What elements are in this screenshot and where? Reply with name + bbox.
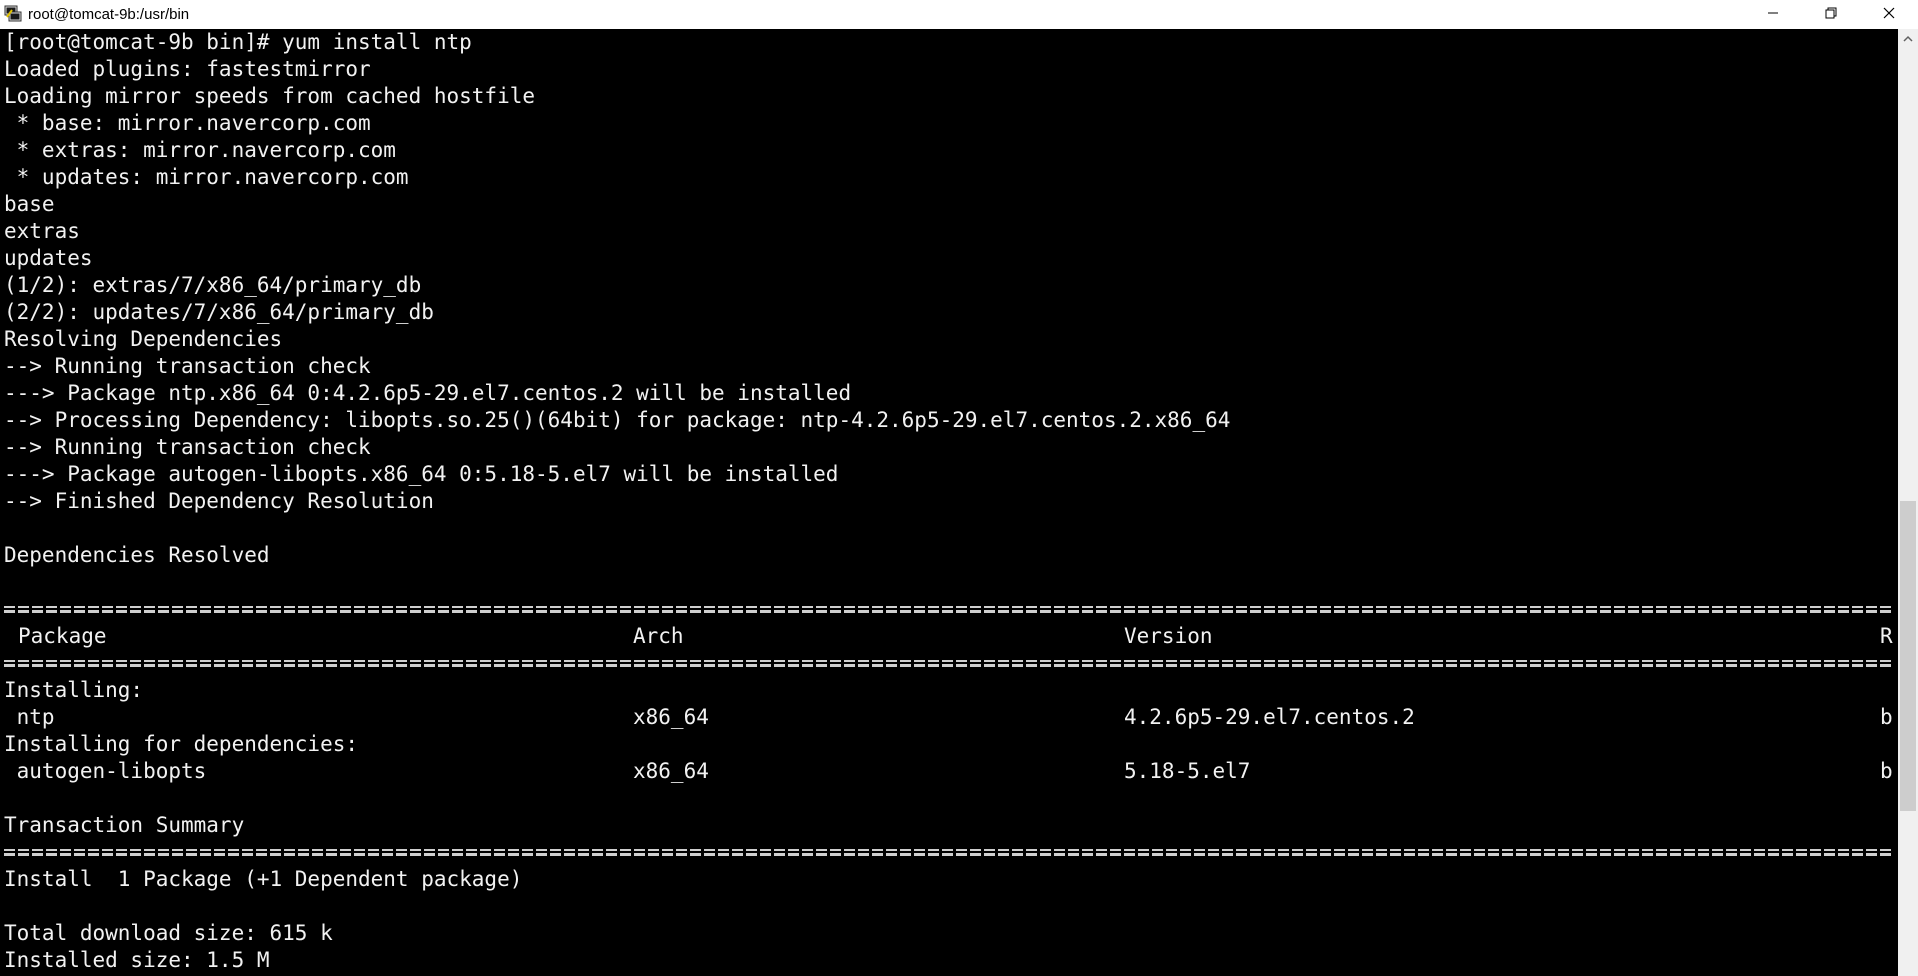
terminal-line: ---> Package ntp.x86_64 0:4.2.6p5-29.el7… [4,381,852,405]
terminal-line: (2/2): updates/7/x86_64/primary_db [4,300,434,324]
table-header-row: Package Arch Version R [0,623,1898,650]
minimize-icon [1767,6,1779,23]
header-arch: Arch [633,624,684,648]
terminal-line: * updates: mirror.navercorp.com [4,165,409,189]
window-controls [1744,0,1918,29]
row-arch: x86_64 [633,759,709,783]
row-repository: b [1880,705,1893,729]
terminal-line: extras [4,219,80,243]
table-separator [0,839,1898,866]
terminal-line: Dependencies Resolved [4,543,270,567]
terminal-line: [root@tomcat-9b bin]# yum install ntp [4,30,472,54]
vertical-scrollbar[interactable] [1898,29,1918,976]
row-package: autogen-libopts [4,759,207,783]
dependencies-label: Installing for dependencies: [4,732,359,756]
row-arch: x86_64 [633,705,709,729]
terminal-line: --> Finished Dependency Resolution [4,489,434,513]
close-button[interactable] [1860,0,1918,29]
terminal-line: --> Running transaction check [4,435,371,459]
row-version: 5.18-5.el7 [1124,759,1251,783]
terminal-line: Loaded plugins: fastestmirror [4,57,371,81]
scroll-up-button[interactable] [1898,29,1918,49]
terminal-output[interactable]: [root@tomcat-9b bin]# yum install ntp Lo… [0,29,1898,976]
installing-label: Installing: [4,678,144,702]
terminal-line: --> Running transaction check [4,354,371,378]
terminal-line: (1/2): extras/7/x86_64/primary_db [4,273,422,297]
restore-icon [1825,6,1837,23]
minimize-button[interactable] [1744,0,1802,29]
row-repository: b [1880,759,1893,783]
terminal-window: root@tomcat-9b:/usr/bin [root@tomcat-9b … [0,0,1918,976]
window-title: root@tomcat-9b:/usr/bin [28,6,190,23]
installed-size-line: Installed size: 1.5 M [4,948,270,972]
terminal-line: * extras: mirror.navercorp.com [4,138,396,162]
close-icon [1883,6,1895,23]
table-row: autogen-libopts x86_64 5.18-5.el7 b [0,758,1898,785]
terminal-line: * base: mirror.navercorp.com [4,111,371,135]
terminal-line: base [4,192,55,216]
terminal-line: Loading mirror speeds from cached hostfi… [4,84,536,108]
title-bar[interactable]: root@tomcat-9b:/usr/bin [0,0,1918,29]
terminal-line: ---> Package autogen-libopts.x86_64 0:5.… [4,462,839,486]
table-separator [0,596,1898,623]
restore-button[interactable] [1802,0,1860,29]
header-package: Package [18,624,107,648]
chevron-up-icon [1903,30,1913,48]
putty-terminal-icon [0,4,28,26]
table-separator [0,650,1898,677]
download-size-line: Total download size: 615 k [4,921,333,945]
table-row: ntp x86_64 4.2.6p5-29.el7.centos.2 b [0,704,1898,731]
terminal-line: --> Processing Dependency: libopts.so.25… [4,408,1231,432]
transaction-summary-title: Transaction Summary [4,813,245,837]
header-repository: R [1880,624,1893,648]
row-version: 4.2.6p5-29.el7.centos.2 [1124,705,1415,729]
terminal-line: Resolving Dependencies [4,327,283,351]
scroll-thumb[interactable] [1900,501,1916,811]
terminal-line: updates [4,246,93,270]
header-version: Version [1124,624,1213,648]
install-summary-line: Install 1 Package (+1 Dependent package) [4,867,523,891]
row-package: ntp [4,705,55,729]
